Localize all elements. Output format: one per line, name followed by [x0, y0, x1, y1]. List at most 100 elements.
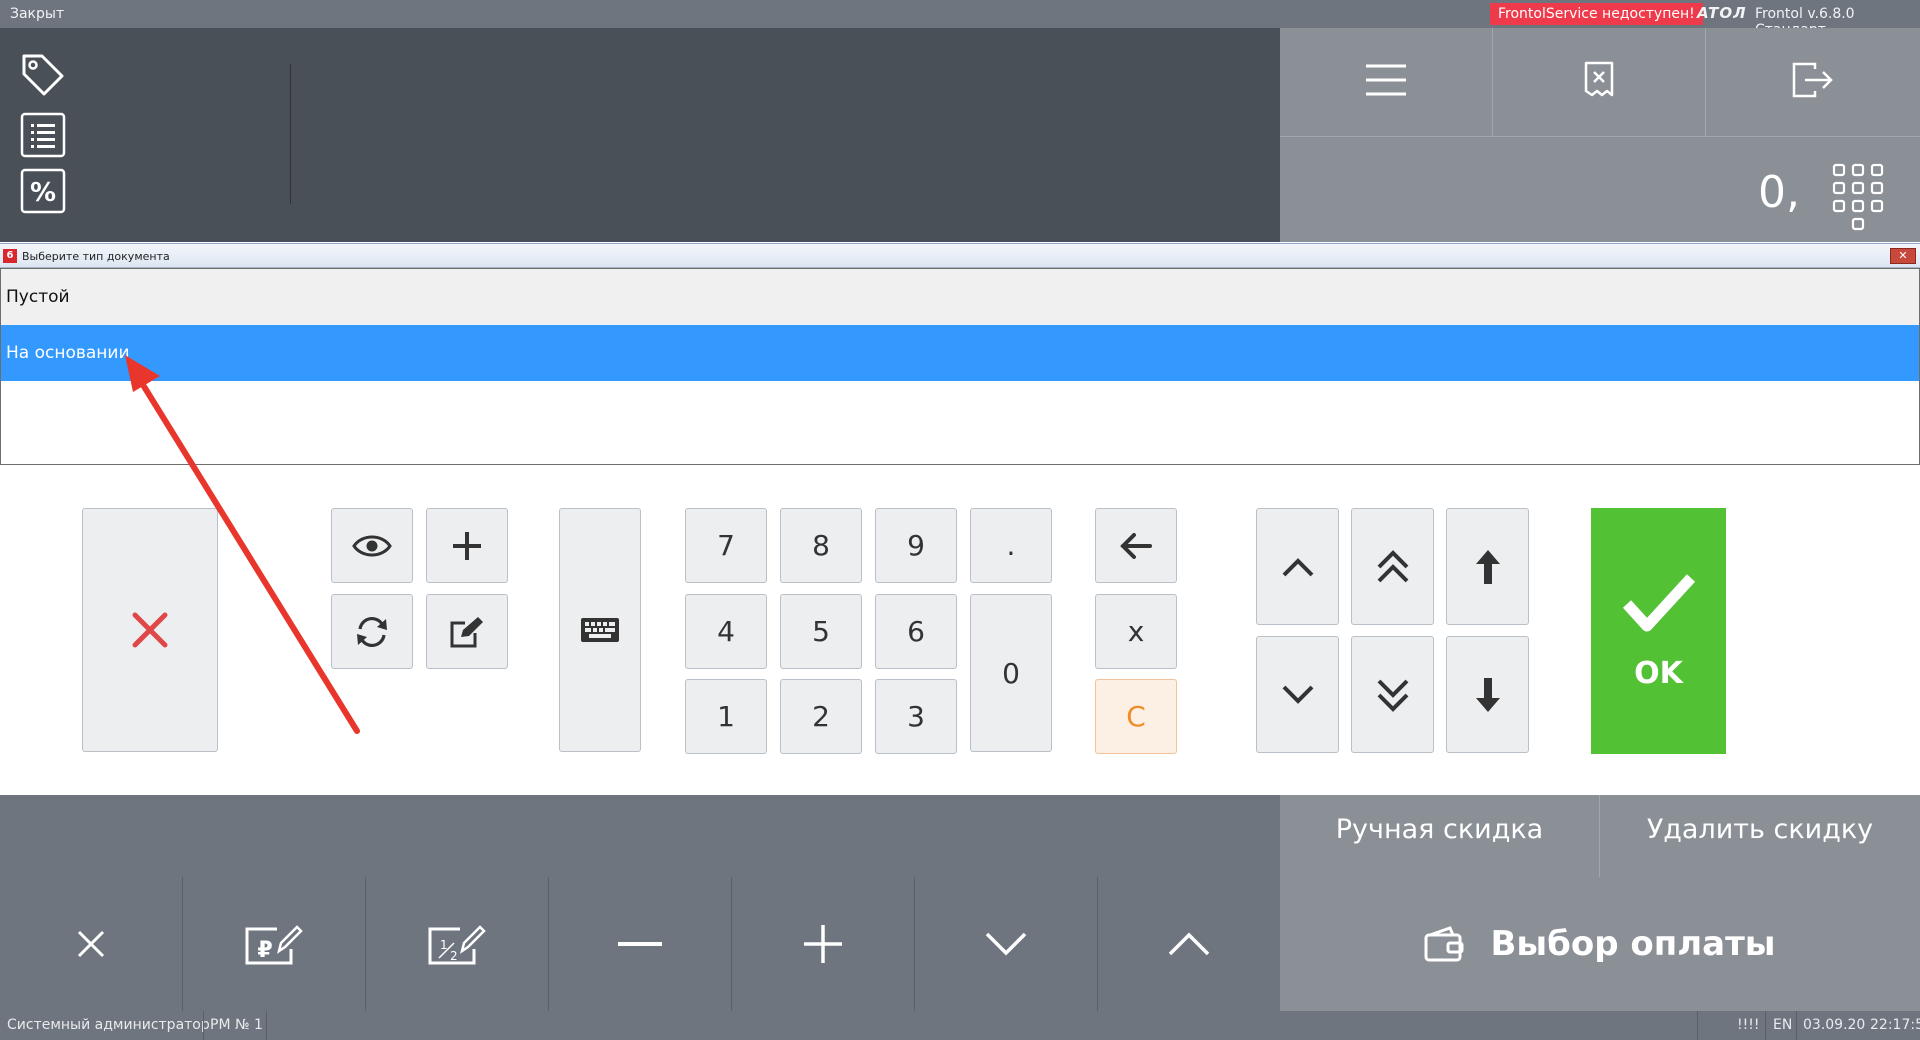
key-1[interactable]: 1 [685, 679, 767, 754]
prev-item-button[interactable] [1098, 877, 1280, 1011]
double-chevron-down-icon [1377, 679, 1408, 712]
increase-button[interactable] [732, 877, 915, 1011]
cancel-button[interactable] [82, 508, 218, 752]
list-item-based-on[interactable]: На основании [1, 325, 1919, 381]
status-bar-top: Закрыт FrontolService недоступен! ATOЛ F… [0, 0, 1920, 38]
price-edit-button[interactable]: ₽ [183, 877, 366, 1011]
remove-discount-label: Удалить скидку [1646, 814, 1874, 845]
list-item-empty[interactable]: Пустой [1, 269, 1919, 325]
page-down-button[interactable] [1351, 636, 1434, 753]
payment-button[interactable]: Выбор оплаты [1280, 877, 1920, 1011]
key-3[interactable]: 3 [875, 679, 957, 754]
svg-text:%: % [30, 178, 56, 208]
view-button[interactable] [331, 508, 413, 583]
ok-button[interactable]: OK [1591, 508, 1726, 754]
key-5[interactable]: 5 [780, 594, 862, 669]
menu-icon [1364, 62, 1408, 102]
price-edit-icon: ₽ [245, 925, 303, 965]
numpad-icon[interactable] [1832, 163, 1884, 235]
receipt-area: % [0, 28, 1280, 242]
cancel-receipt-button[interactable] [1493, 28, 1706, 136]
plus-icon [453, 531, 481, 560]
close-icon [77, 930, 105, 958]
menu-button[interactable] [1280, 28, 1493, 136]
chevron-down-icon [1282, 685, 1313, 704]
multiply-button[interactable]: x [1095, 594, 1177, 669]
edit-button[interactable] [426, 594, 508, 669]
divider [290, 64, 291, 204]
keyboard-button[interactable] [559, 508, 641, 752]
down-button[interactable] [1256, 636, 1339, 753]
remove-discount-button[interactable]: Удалить скидку [1600, 795, 1920, 877]
key-6[interactable]: 6 [875, 594, 957, 669]
document-type-list: Пустой На основании [0, 268, 1920, 465]
up-button[interactable] [1256, 508, 1339, 625]
arrow-up-icon [1475, 549, 1500, 584]
chevron-down-icon [985, 932, 1027, 956]
bottom-button[interactable] [1446, 636, 1529, 753]
manual-discount-button[interactable]: Ручная скидка [1280, 795, 1600, 877]
refresh-icon [357, 616, 387, 647]
svg-text:₽: ₽ [257, 938, 272, 963]
divider [1697, 1011, 1698, 1040]
delete-item-button[interactable] [0, 877, 183, 1011]
check-icon [1622, 573, 1695, 631]
document-type-dialog: 6 Выберите тип документа ✕ Пустой На осн… [0, 243, 1920, 795]
add-button[interactable] [426, 508, 508, 583]
key-4[interactable]: 4 [685, 594, 767, 669]
manual-discount-label: Ручная скидка [1335, 814, 1544, 845]
divider [203, 1011, 204, 1040]
indicator: !!!! [1737, 1017, 1760, 1033]
payment-label: Выбор оплаты [1490, 924, 1776, 964]
key-0[interactable]: 0 [970, 594, 1052, 752]
key-7[interactable]: 7 [685, 508, 767, 583]
divider [266, 1011, 267, 1040]
top-button[interactable] [1446, 508, 1529, 625]
cancel-receipt-icon [1583, 61, 1615, 103]
sum-display: 0, [1280, 136, 1920, 242]
divider [1765, 1011, 1766, 1040]
total-sum: 0, [1758, 167, 1800, 218]
backspace-icon [1120, 532, 1152, 559]
divider [1796, 1011, 1797, 1040]
clear-button[interactable]: C [1095, 679, 1177, 754]
minus-icon [618, 942, 662, 946]
quantity-edit-button[interactable]: 12 [366, 877, 549, 1011]
key-9[interactable]: 9 [875, 508, 957, 583]
current-user: Системный администратор [7, 1017, 210, 1033]
keyboard-icon [581, 618, 619, 642]
svg-text:2: 2 [450, 949, 458, 963]
status-bar-bottom: Системный администратор РМ № 1 !!!! EN 0… [0, 1011, 1920, 1040]
shift-state: Закрыт [10, 6, 65, 22]
close-icon[interactable]: ✕ [1890, 248, 1916, 264]
chevron-up-icon [1282, 557, 1313, 576]
key-dot[interactable]: . [970, 508, 1052, 583]
info-strip [0, 795, 1280, 877]
status-date: 03.09.20 [1803, 1017, 1866, 1033]
dialog-titlebar: 6 Выберите тип документа ✕ [0, 244, 1920, 268]
service-warning-badge: FrontolService недоступен! [1490, 3, 1703, 25]
decrease-button[interactable] [549, 877, 732, 1011]
ok-label: OK [1634, 655, 1683, 691]
logout-button[interactable] [1706, 28, 1920, 136]
arrow-down-icon [1475, 677, 1500, 712]
logout-icon [1791, 61, 1835, 103]
workplace: РМ № 1 [210, 1017, 263, 1033]
double-chevron-up-icon [1377, 549, 1408, 582]
app-icon: 6 [3, 249, 17, 263]
keyboard-language: EN [1773, 1017, 1793, 1033]
tag-icon[interactable] [20, 52, 66, 98]
edit-icon [450, 616, 483, 647]
percent-icon[interactable]: % [20, 168, 66, 214]
backspace-button[interactable] [1095, 508, 1177, 583]
atol-logo: ATOЛ [1697, 4, 1747, 22]
refresh-button[interactable] [331, 594, 413, 669]
wallet-icon [1424, 926, 1464, 962]
list-icon[interactable] [20, 112, 66, 158]
key-8[interactable]: 8 [780, 508, 862, 583]
chevron-up-icon [1168, 932, 1210, 956]
plus-icon [804, 925, 842, 963]
next-item-button[interactable] [915, 877, 1098, 1011]
key-2[interactable]: 2 [780, 679, 862, 754]
page-up-button[interactable] [1351, 508, 1434, 625]
